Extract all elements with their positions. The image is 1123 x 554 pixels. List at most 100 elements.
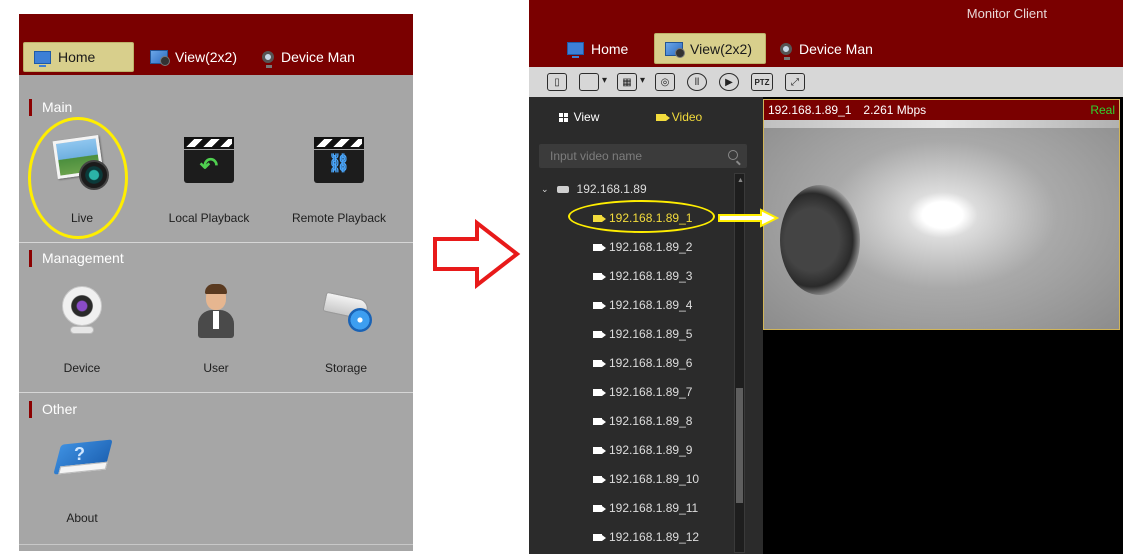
video-camera-icon: [655, 113, 670, 121]
channel-item[interactable]: 192.168.1.89_3: [593, 266, 692, 286]
scrollbar-thumb[interactable]: [736, 388, 743, 503]
tab-device-man[interactable]: Device Man: [252, 42, 365, 72]
webcam-icon: [780, 42, 792, 60]
single-window-icon[interactable]: [579, 73, 607, 91]
channel-item[interactable]: 192.168.1.89_6: [593, 353, 692, 373]
channel-item[interactable]: 192.168.1.89_10: [593, 469, 699, 489]
chevron-down-icon[interactable]: ⌄: [541, 184, 549, 195]
remote-playback-label: Remote Playback: [291, 211, 387, 225]
left-top-bar: Home View(2x2) Device Man: [19, 14, 413, 75]
video-camera-icon: [593, 417, 606, 425]
device-tree: ⌄ 192.168.1.89 192.168.1.89_1 192.168.1.8…: [529, 177, 734, 554]
channel-item-label: 192.168.1.89_12: [609, 530, 700, 544]
about-label: About: [66, 511, 98, 525]
remote-playback-button[interactable]: ⛓ Remote Playback: [284, 124, 394, 229]
right-top-bar: Monitor Client Home View(2x2) Device Man: [529, 0, 1123, 67]
channel-sidebar: View Video ⌄ 192.168.1.89 192.168.1.89_1…: [529, 97, 763, 554]
tab-sidebar-view-label: View: [573, 110, 600, 124]
local-playback-clapper-icon: ↶: [184, 137, 234, 183]
channel-item-label: 192.168.1.89_10: [609, 472, 700, 486]
channel-item[interactable]: 192.168.1.89_11: [593, 498, 698, 518]
tab-view-label: View(2x2): [175, 49, 237, 65]
view-toolbar: ▯ ▦ ◎ ll ▶ PTZ ⤢: [529, 67, 1123, 97]
section-management: Management: [29, 249, 124, 267]
tab-device-man[interactable]: Device Man: [770, 33, 883, 64]
sidebar-tabs: View Video: [529, 97, 763, 137]
video-camera-icon: [593, 359, 606, 367]
split-layout-icon[interactable]: ▦: [617, 73, 645, 91]
section-other-title: Other: [42, 401, 78, 417]
user-label: User: [203, 361, 229, 375]
channel-item[interactable]: 192.168.1.89_5: [593, 324, 692, 344]
remote-playback-clapper-icon: ⛓: [314, 137, 364, 183]
section-main: Main: [29, 98, 72, 116]
video-window-1[interactable]: 192.168.1.89_1 2.261 Mbps Real: [763, 99, 1120, 330]
video-feed: [764, 120, 1119, 329]
storage-camera-icon: [318, 288, 376, 334]
channel-item[interactable]: 192.168.1.89_8: [593, 411, 692, 431]
tab-device-man-label: Device Man: [281, 49, 355, 65]
tab-home[interactable]: Home: [557, 33, 638, 64]
channel-item-label: 192.168.1.89_6: [609, 356, 693, 370]
local-playback-label: Local Playback: [168, 211, 250, 225]
section-marker: [29, 98, 32, 116]
video-camera-icon: [593, 475, 606, 483]
user-avatar-icon: [196, 284, 236, 338]
channel-item[interactable]: 192.168.1.89_2: [593, 237, 692, 257]
view-layout-icon: [150, 50, 170, 66]
user-button[interactable]: User: [161, 284, 271, 379]
channel-item-label: 192.168.1.89_7: [609, 385, 693, 399]
video-camera-icon: [593, 446, 606, 454]
highlight-ellipse-channel: [568, 200, 715, 233]
tab-device-man-label: Device Man: [799, 40, 873, 57]
device-button[interactable]: Device: [27, 284, 137, 379]
channel-item[interactable]: 192.168.1.89_9: [593, 440, 692, 460]
play-icon[interactable]: ▶: [719, 73, 739, 91]
tree-root-node[interactable]: ⌄ 192.168.1.89: [541, 179, 647, 199]
section-marker: [29, 249, 32, 267]
tab-sidebar-video-label: Video: [671, 110, 703, 124]
about-button[interactable]: ? About: [27, 434, 137, 529]
fullscreen-icon[interactable]: ⤢: [785, 73, 805, 91]
channel-item-label: 192.168.1.89_9: [609, 443, 693, 457]
channel-item[interactable]: 192.168.1.89_4: [593, 295, 692, 315]
video-header: 192.168.1.89_1 2.261 Mbps Real: [764, 100, 1119, 120]
channel-item[interactable]: 192.168.1.89_7: [593, 382, 692, 402]
pointer-arrow-icon: [718, 208, 779, 228]
video-grid: 192.168.1.89_1 2.261 Mbps Real: [763, 97, 1123, 554]
storage-button[interactable]: Storage: [291, 284, 401, 379]
tree-scrollbar[interactable]: ▲: [734, 173, 745, 553]
pause-icon[interactable]: ll: [687, 73, 707, 91]
screen-swap-icon[interactable]: ▯: [547, 73, 567, 91]
monitor-icon: [567, 42, 584, 58]
tab-sidebar-video[interactable]: Video: [629, 97, 729, 137]
highlight-ellipse-live: [28, 117, 128, 239]
video-camera-icon: [593, 243, 606, 251]
section-divider: [19, 392, 413, 393]
search-input[interactable]: [540, 145, 720, 167]
home-panel: Home View(2x2) Device Man Main Live ↶ Lo…: [19, 14, 413, 551]
tab-view[interactable]: View(2x2): [140, 42, 247, 72]
section-divider: [19, 242, 413, 243]
section-main-title: Main: [42, 99, 73, 115]
webcam-icon: [262, 51, 274, 68]
about-book-icon: ?: [53, 439, 113, 482]
channel-item-label: 192.168.1.89_5: [609, 327, 693, 341]
channel-item[interactable]: 192.168.1.89_12: [593, 527, 699, 547]
local-playback-button[interactable]: ↶ Local Playback: [154, 124, 264, 229]
tab-view[interactable]: View(2x2): [654, 33, 766, 64]
search-icon[interactable]: [728, 150, 738, 160]
snapshot-icon[interactable]: ◎: [655, 73, 675, 91]
search-box: [539, 144, 747, 168]
ptz-icon[interactable]: PTZ: [751, 73, 773, 91]
video-stream-mode: Real: [1090, 103, 1115, 117]
channel-item-label: 192.168.1.89_4: [609, 298, 693, 312]
tab-sidebar-view[interactable]: View: [529, 97, 629, 137]
device-webcam-icon: [60, 286, 104, 336]
video-camera-icon: [593, 330, 606, 338]
nvr-icon: [556, 185, 569, 193]
view-layout-icon: [665, 41, 685, 58]
tab-home[interactable]: Home: [23, 42, 134, 72]
scroll-up-icon[interactable]: ▲: [737, 177, 744, 184]
device-label: Device: [63, 361, 101, 375]
